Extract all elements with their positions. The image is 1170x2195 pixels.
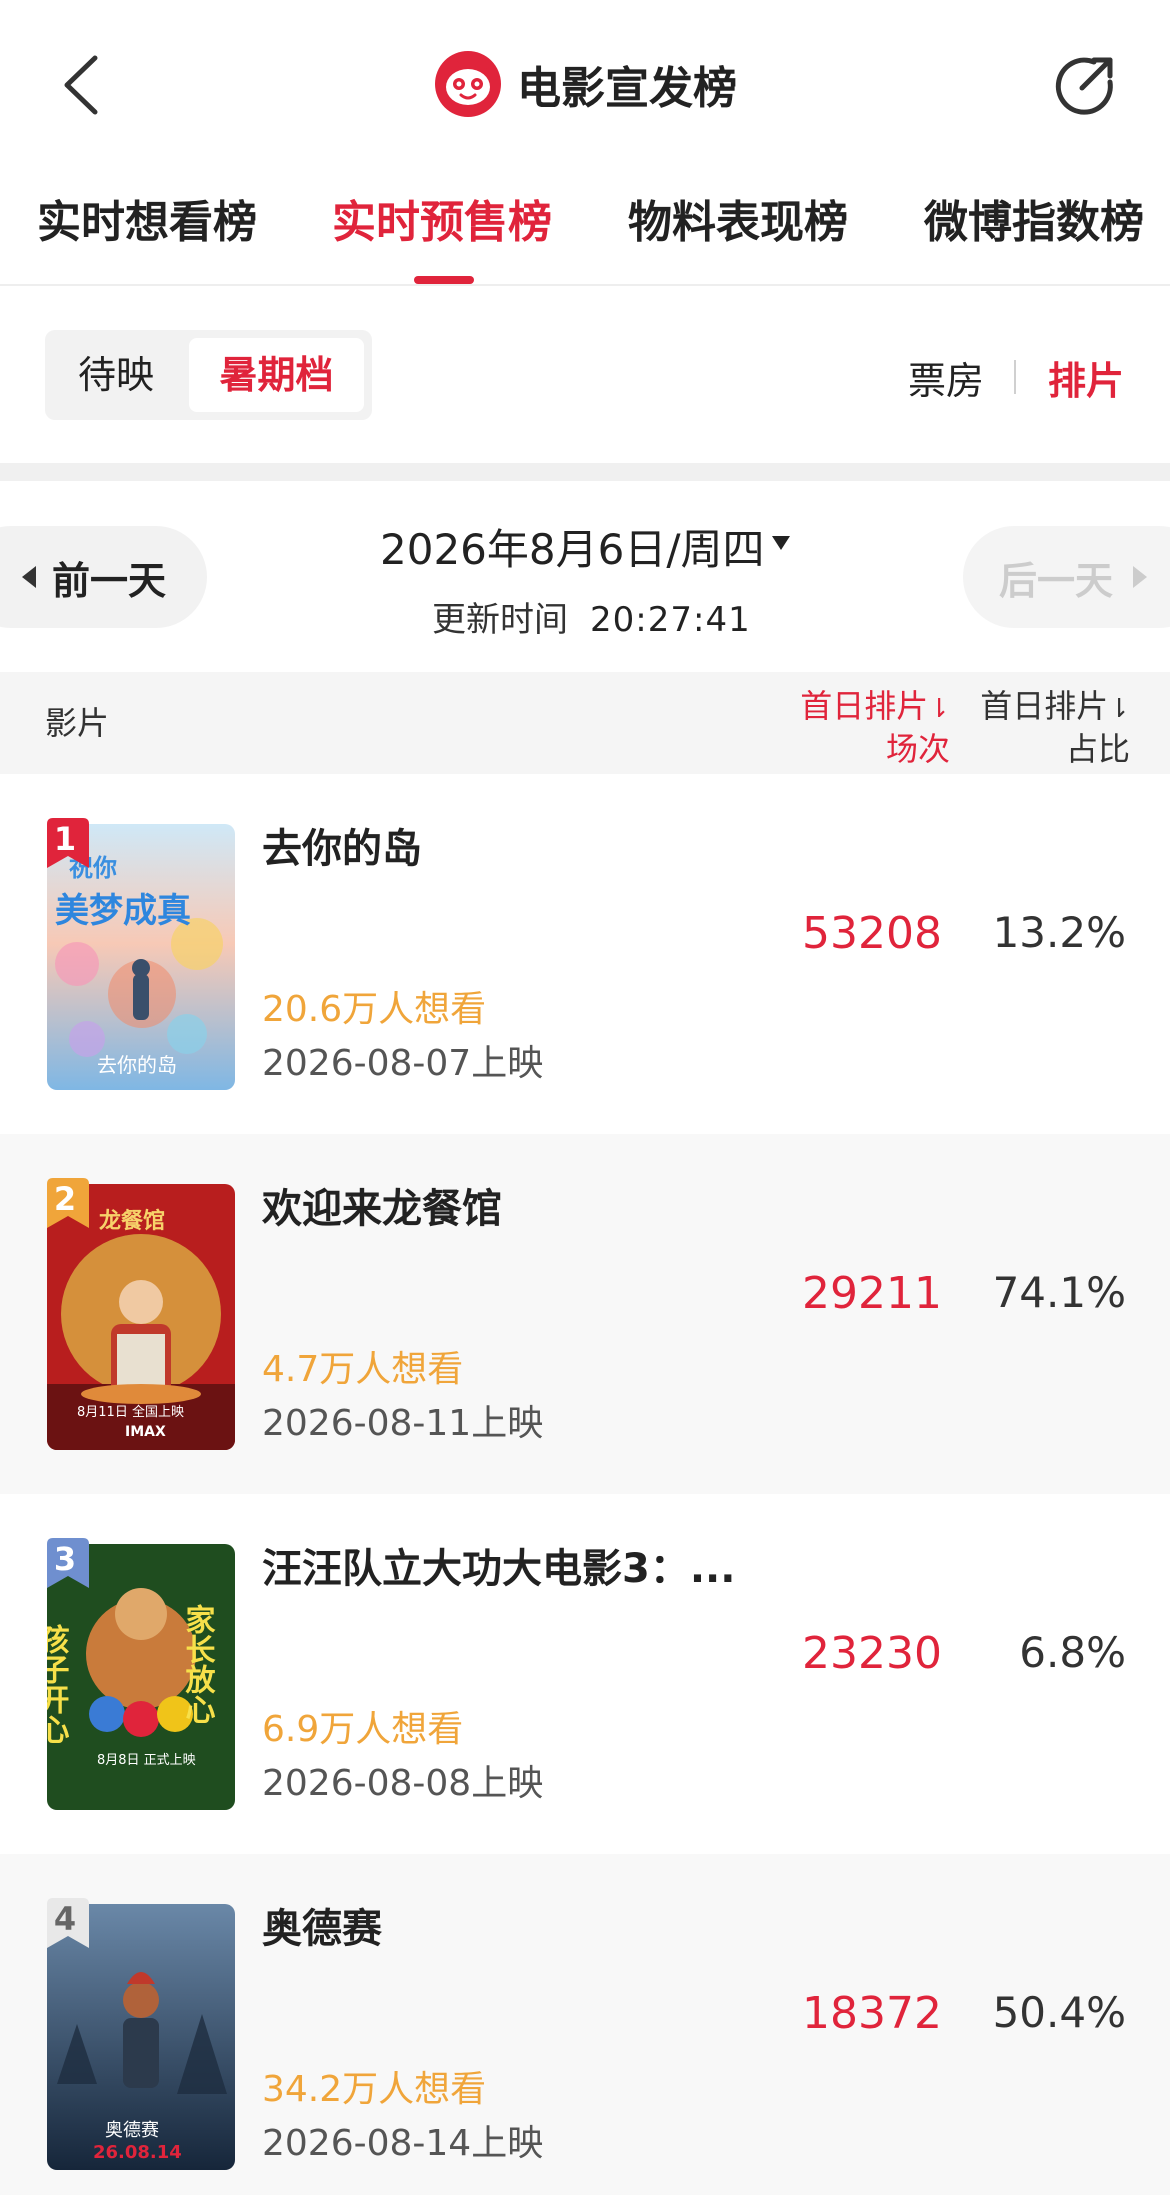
column-first-day-ratio[interactable]: 首日排片⇂ 占比 xyxy=(960,686,1130,769)
table-row[interactable]: 孩子开心 家长放心 8月8日 正式上映 3 汪汪队立大功大电影3：... 6.9… xyxy=(0,1494,1170,1854)
poster-text: 26.08.14 xyxy=(93,2142,182,2163)
column-first-day-ratio-line1: 首日排片 xyxy=(980,687,1109,725)
rank-badge: 3 xyxy=(47,1538,89,1588)
share-icon[interactable] xyxy=(1052,52,1118,118)
page: 电影宣发榜 实时想看榜 实时预售榜 物料表现榜 微博指数榜 待映 暑期档 票房 … xyxy=(0,0,1170,2195)
segment-upcoming[interactable]: 待映 xyxy=(53,338,179,412)
triangle-down-icon xyxy=(772,536,790,550)
metric-divider xyxy=(1014,360,1016,394)
metric-switch: 票房 排片 xyxy=(900,350,1130,404)
first-day-ratio: 6.8% xyxy=(1019,1628,1126,1677)
first-day-ratio: 50.4% xyxy=(992,1988,1126,2037)
column-film: 影片 xyxy=(45,704,110,742)
release-date: 2026-08-14上映 xyxy=(262,2123,544,2164)
next-day-label: 后一天 xyxy=(999,559,1114,603)
rank-number: 2 xyxy=(53,1180,77,1218)
film-title: 奥德赛 xyxy=(262,1906,382,1952)
header-title-group: 电影宣发榜 xyxy=(0,48,1170,120)
sort-down-icon: ⇂ xyxy=(928,694,950,724)
column-first-day-shows[interactable]: 首日排片⇂ 场次 xyxy=(780,686,950,769)
metric-box-office[interactable]: 票房 xyxy=(908,350,984,405)
first-day-shows: 23230 xyxy=(802,1628,942,1679)
tab-material-performance[interactable]: 物料表现榜 xyxy=(628,186,848,250)
rank-badge: 4 xyxy=(47,1898,89,1948)
poster-text: 美梦成真 xyxy=(55,891,191,931)
table-row[interactable]: 奥德赛 26.08.14 4 奥德赛 34.2万人想看 2026-08-14上映… xyxy=(0,1854,1170,2195)
period-segment-control: 待映 暑期档 xyxy=(45,330,372,420)
update-time-row: 更新时间 20:27:41 xyxy=(432,592,751,641)
poster-text: 8月11日 全国上映 xyxy=(77,1404,184,1420)
poster-text: 8月8日 正式上映 xyxy=(97,1753,196,1768)
want-count: 6.9万人想看 xyxy=(262,1709,464,1750)
update-time-label: 更新时间 xyxy=(432,600,568,640)
first-day-ratio: 74.1% xyxy=(992,1268,1126,1317)
column-first-day-ratio-line2: 占比 xyxy=(1065,730,1130,768)
active-tab-indicator xyxy=(414,276,474,284)
release-date: 2026-08-07上映 xyxy=(262,1043,544,1084)
tab-weibo-index[interactable]: 微博指数榜 xyxy=(924,186,1144,250)
triangle-right-icon xyxy=(1133,566,1147,588)
poster-text: 龙餐馆 xyxy=(99,1208,165,1234)
poster-text: IMAX xyxy=(125,1424,166,1440)
date-selector[interactable]: 2026年8月6日/周四 xyxy=(380,516,800,576)
first-day-shows: 18372 xyxy=(802,1988,942,2039)
want-count: 20.6万人想看 xyxy=(262,989,487,1030)
tab-bar: 实时想看榜 实时预售榜 物料表现榜 微博指数榜 xyxy=(0,168,1170,286)
rank-badge: 2 xyxy=(47,1178,89,1228)
poster-text: 去你的岛 xyxy=(97,1053,177,1077)
film-title: 汪汪队立大功大电影3：... xyxy=(262,1546,736,1592)
rank-number: 3 xyxy=(53,1540,77,1578)
rank-number: 4 xyxy=(53,1900,77,1938)
table-row[interactable]: 祝你 美梦成真 去你的岛 1 去你的岛 20.6万人想看 2026-08-07上… xyxy=(0,774,1170,1134)
page-title: 电影宣发榜 xyxy=(517,63,737,114)
prev-day-button[interactable]: 前一天 xyxy=(0,526,207,628)
table-header: 影片 首日排片⇂ 场次 首日排片⇂ 占比 xyxy=(0,672,1170,774)
update-time-value: 20:27:41 xyxy=(590,600,751,640)
release-date: 2026-08-11上映 xyxy=(262,1403,544,1444)
triangle-left-icon xyxy=(22,566,36,588)
segment-summer[interactable]: 暑期档 xyxy=(189,338,364,412)
first-day-ratio: 13.2% xyxy=(992,908,1126,957)
poster-text: 家长放心 xyxy=(180,1604,217,1724)
current-date: 2026年8月6日/周四 xyxy=(380,525,765,574)
first-day-shows: 29211 xyxy=(802,1268,942,1319)
table-row[interactable]: 龙餐馆 8月11日 全国上映 IMAX 2 欢迎来龙餐馆 4.7万人想看 202… xyxy=(0,1134,1170,1494)
column-first-day-shows-line1: 首日排片 xyxy=(800,687,929,725)
want-count: 34.2万人想看 xyxy=(262,2069,487,2110)
poster-text: 奥德赛 xyxy=(105,2120,159,2141)
film-title: 欢迎来龙餐馆 xyxy=(262,1186,502,1232)
top-header: 电影宣发榜 xyxy=(0,0,1170,168)
poster-text: 孩子开心 xyxy=(47,1623,70,1744)
next-day-button[interactable]: 后一天 xyxy=(963,526,1170,628)
film-title: 去你的岛 xyxy=(262,826,422,872)
rank-badge: 1 xyxy=(47,818,89,868)
cat-logo-icon xyxy=(435,51,501,117)
sort-down-icon: ⇂ xyxy=(1108,694,1130,724)
prev-day-label: 前一天 xyxy=(52,559,167,603)
rank-number: 1 xyxy=(53,820,77,858)
column-first-day-shows-line2: 场次 xyxy=(885,730,950,768)
tab-realtime-presale[interactable]: 实时预售榜 xyxy=(332,186,552,250)
tab-realtime-want[interactable]: 实时想看榜 xyxy=(37,186,257,250)
first-day-shows: 53208 xyxy=(802,908,942,959)
section-divider xyxy=(0,463,1170,481)
want-count: 4.7万人想看 xyxy=(262,1349,464,1390)
release-date: 2026-08-08上映 xyxy=(262,1763,544,1804)
metric-screenings[interactable]: 排片 xyxy=(1048,350,1124,405)
